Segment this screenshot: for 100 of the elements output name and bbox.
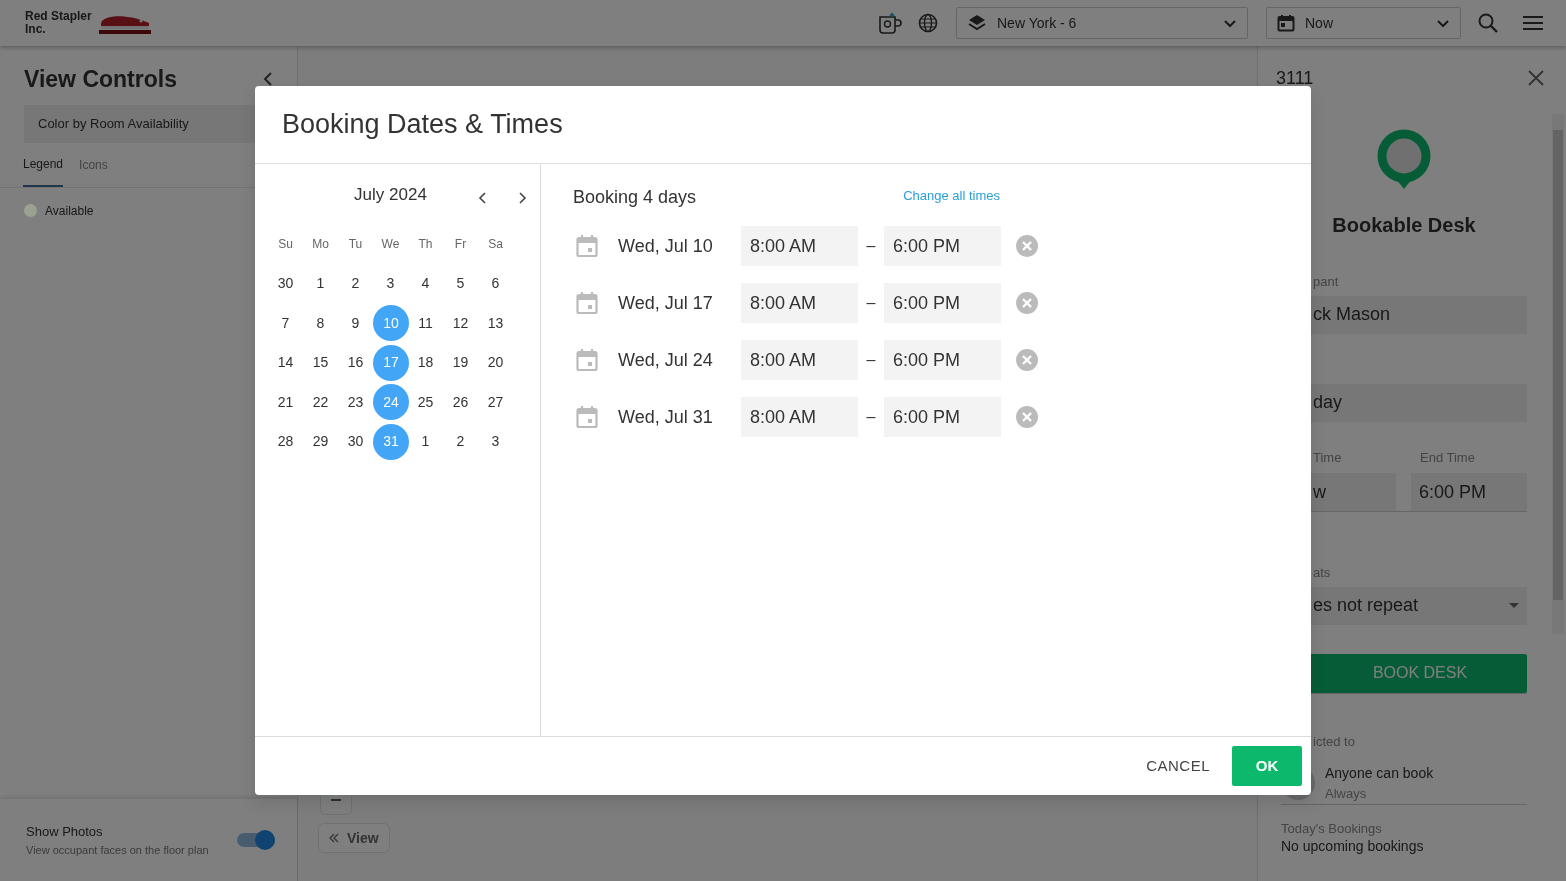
- setting-description: View occupant faces on the floor plan: [26, 842, 209, 858]
- time-separator: –: [865, 350, 877, 370]
- next-month-icon[interactable]: [519, 192, 527, 204]
- booking-date: Wed, Jul 17: [618, 291, 714, 315]
- field-label: End Time: [1419, 448, 1475, 467]
- calendar-day[interactable]: 29: [303, 423, 338, 460]
- calendar-day[interactable]: 8: [303, 305, 338, 341]
- time-separator: –: [865, 236, 877, 256]
- cancel-button[interactable]: CANCEL: [1140, 753, 1216, 779]
- calendar-day[interactable]: 28: [268, 423, 303, 460]
- calendar-day[interactable]: 16: [338, 344, 373, 381]
- remove-icon[interactable]: [1016, 292, 1038, 314]
- calendar-day[interactable]: 1: [303, 265, 338, 302]
- map-pin-icon: [1377, 129, 1431, 191]
- remove-icon[interactable]: [1016, 235, 1038, 257]
- time-select[interactable]: Now: [1266, 7, 1461, 39]
- calendar-day[interactable]: 22: [303, 384, 338, 420]
- calendar-icon[interactable]: [576, 405, 598, 429]
- calendar-icon: [1277, 14, 1295, 32]
- weekday-label: Th: [417, 236, 434, 253]
- scrollbar[interactable]: [1552, 114, 1564, 634]
- weekday-label: Mo: [311, 236, 330, 253]
- calendar-day[interactable]: 12: [443, 305, 478, 341]
- month-label: July 2024: [353, 184, 428, 207]
- calendar-day[interactable]: 30: [268, 265, 303, 302]
- start-time-field[interactable]: 8:00 AM: [741, 283, 858, 323]
- remove-icon[interactable]: [1016, 406, 1038, 428]
- calendar-day[interactable]: 30: [338, 423, 373, 460]
- calendar-day[interactable]: 1: [408, 423, 443, 460]
- location-select[interactable]: New York - 6: [956, 7, 1248, 39]
- time-separator: –: [865, 407, 877, 427]
- calendar-day[interactable]: 19: [443, 344, 478, 381]
- booking-summary: Booking 4 days: [573, 186, 698, 209]
- calendar-day[interactable]: 21: [268, 384, 303, 420]
- desk-type-title: Bookable Desk: [1331, 213, 1477, 238]
- start-time-field[interactable]: 8:00 AM: [741, 226, 858, 266]
- calendar-day[interactable]: 13: [478, 305, 513, 341]
- restriction-subtitle: Always: [1325, 785, 1368, 803]
- weekday-label: We: [380, 236, 401, 253]
- calendar-day[interactable]: 4: [408, 265, 443, 302]
- start-time-field[interactable]: 8:00 AM: [741, 340, 858, 380]
- start-time-field[interactable]: 8:00 AM: [741, 397, 858, 437]
- field-label: icted to: [1312, 732, 1356, 751]
- calendar-day[interactable]: 3: [373, 265, 408, 302]
- weekday-label: Su: [277, 236, 294, 253]
- calendar-day[interactable]: 3: [478, 423, 513, 460]
- time-separator: –: [865, 293, 877, 313]
- chevron-down-icon: [1223, 17, 1237, 29]
- calendar-day[interactable]: 18: [408, 344, 443, 381]
- end-time-field[interactable]: 6:00 PM: [884, 340, 1001, 380]
- calendar-day[interactable]: 7: [268, 305, 303, 341]
- calendar-icon[interactable]: [576, 234, 598, 258]
- calendar-day[interactable]: 14: [268, 344, 303, 381]
- calendar-day[interactable]: 2: [338, 265, 373, 302]
- calendar-day[interactable]: 11: [408, 305, 443, 341]
- weekday-label: Sa: [487, 236, 504, 253]
- panel-title: View Controls: [24, 65, 177, 94]
- menu-icon[interactable]: [1522, 14, 1544, 32]
- close-icon[interactable]: [1528, 70, 1544, 86]
- calendar-day[interactable]: 27: [478, 384, 513, 420]
- location-value: New York - 6: [997, 13, 1078, 33]
- field-label: pant: [1312, 273, 1340, 291]
- calendar-day[interactable]: 6: [478, 265, 513, 302]
- booking-date: Wed, Jul 10: [618, 234, 714, 258]
- weekday-label: Tu: [347, 236, 364, 253]
- setting-title: Show Photos: [26, 823, 104, 841]
- restriction-title: Anyone can book: [1325, 764, 1434, 783]
- end-time-field[interactable]: 6:00 PM: [1411, 473, 1527, 511]
- legend-label: Available: [45, 202, 94, 220]
- toggle-switch[interactable]: [237, 833, 275, 847]
- color-select-value: Color by Room Availability: [38, 114, 189, 133]
- dialog-title: Booking Dates & Times: [255, 86, 1311, 164]
- globe-icon[interactable]: [918, 13, 938, 33]
- minus-icon: [331, 799, 341, 801]
- end-time-field[interactable]: 6:00 PM: [884, 397, 1001, 437]
- mug-icon[interactable]: [876, 10, 902, 36]
- previous-month-icon[interactable]: [478, 192, 486, 204]
- search-icon[interactable]: [1477, 12, 1499, 34]
- calendar-day[interactable]: 26: [443, 384, 478, 420]
- tab[interactable]: Legend: [23, 150, 64, 187]
- calendar-day[interactable]: 23: [338, 384, 373, 420]
- remove-icon[interactable]: [1016, 349, 1038, 371]
- booking-date: Wed, Jul 24: [618, 348, 714, 372]
- collapse-chevron-icon[interactable]: [263, 72, 273, 87]
- chevron-down-icon: [1436, 17, 1450, 29]
- end-time-field[interactable]: 6:00 PM: [884, 283, 1001, 323]
- time-value: Now: [1305, 13, 1334, 33]
- layers-icon: [967, 13, 987, 33]
- calendar-day[interactable]: 2: [443, 423, 478, 460]
- calendar-day[interactable]: 25: [408, 384, 443, 420]
- calendar-day[interactable]: 5: [443, 265, 478, 302]
- calendar-day[interactable]: 20: [478, 344, 513, 381]
- section-label: Today's Bookings: [1281, 819, 1383, 838]
- calendar-day[interactable]: 9: [338, 305, 373, 341]
- double-chevron-left-icon: [329, 833, 339, 843]
- calendar-icon[interactable]: [576, 348, 598, 372]
- calendar-icon[interactable]: [576, 291, 598, 315]
- end-time-field[interactable]: 6:00 PM: [884, 226, 1001, 266]
- calendar-day[interactable]: 15: [303, 344, 338, 381]
- field-label: ats: [1312, 564, 1332, 582]
